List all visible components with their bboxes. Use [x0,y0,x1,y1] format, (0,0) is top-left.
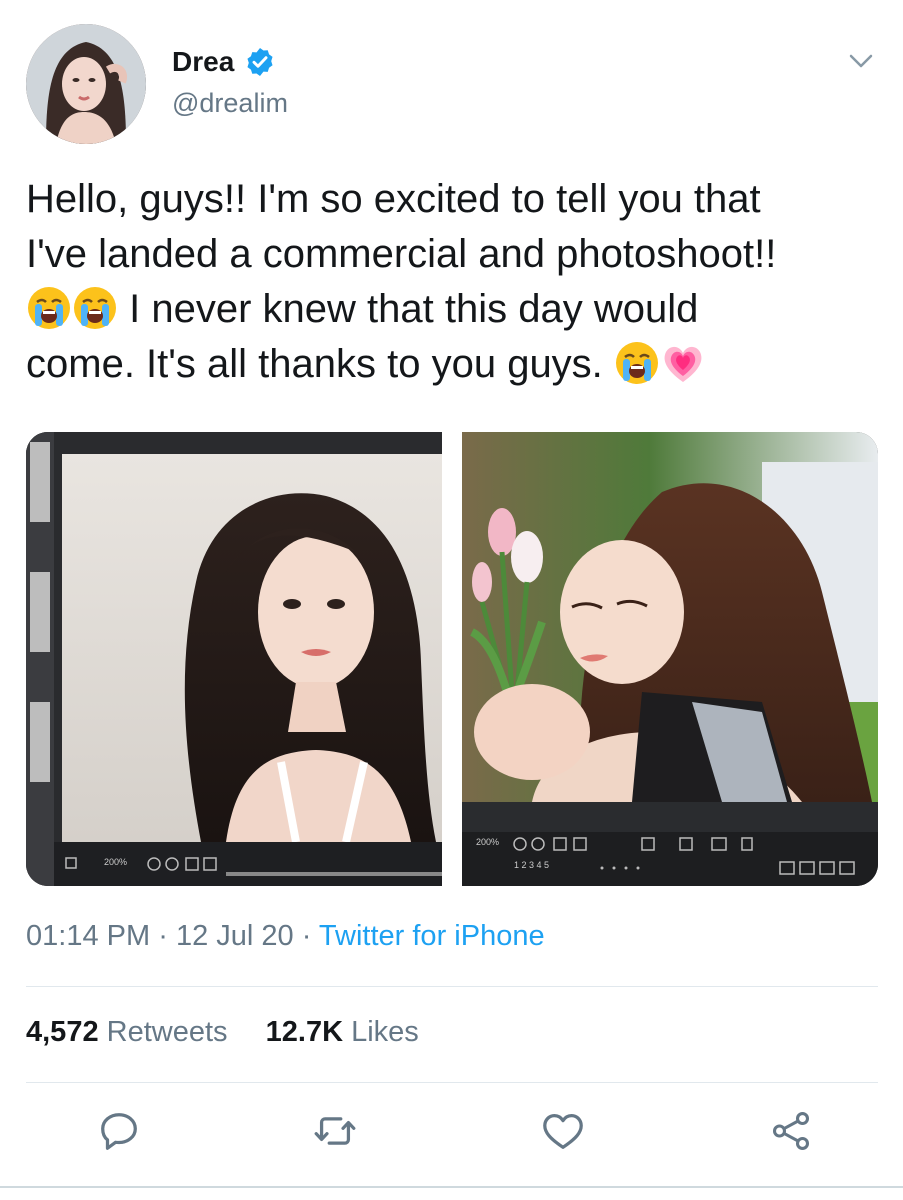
tweet-stats: 4,572 Retweets 12.7K Likes [26,1016,419,1049]
retweet-icon[interactable] [312,1108,358,1154]
photo-2-zoom-label: 200% [476,837,500,847]
user-handle[interactable]: @drealim [172,88,288,119]
retweets-stat[interactable]: 4,572 Retweets [26,1016,236,1048]
likes-stat[interactable]: 12.7K Likes [266,1016,419,1048]
tweet-time[interactable]: 01:14 PM [26,920,150,952]
avatar[interactable] [26,24,146,144]
chevron-down-icon[interactable] [846,46,876,76]
photo-2[interactable]: 200% 1 2 3 4 5 [462,432,878,886]
tweet-header: Drea @drealim [26,24,886,144]
loudly-crying-face-icon [26,285,72,331]
tweet-text: Hello, guys!! I'm so excited to tell you… [26,172,886,392]
likes-count: 12.7K [265,1016,344,1048]
reply-icon[interactable] [96,1108,142,1154]
tweet-source-link[interactable]: Twitter for iPhone [319,920,545,952]
name-row: Drea [172,40,276,84]
avatar-portrait [26,24,146,144]
tweet-line: I never knew that this day would [26,282,886,337]
photo-1-image [26,432,442,886]
retweets-count: 4,572 [26,1016,99,1048]
photo-1[interactable]: 200% [26,432,442,886]
meta-separator: · [301,920,312,952]
tweet-meta: 01:14 PM · 12 Jul 20 · Twitter for iPhon… [26,920,545,953]
tweet-line: Hello, guys!! I'm so excited to tell you… [26,177,761,221]
tweet-media[interactable]: 200% 200% 1 2 3 4 5 [26,432,878,886]
tweet-line-text: come. It's all thanks to you guys. [26,342,603,386]
tweet-line: I've landed a commercial and photoshoot!… [26,232,777,276]
tweet-line-text: I never knew that this day would [129,287,699,331]
likes-label: Likes [351,1016,419,1048]
verified-badge-icon [247,48,273,76]
photo-1-zoom-label: 200% [104,857,128,867]
retweets-label: Retweets [106,1016,228,1048]
divider [26,1082,878,1083]
meta-separator: · [158,920,168,952]
loudly-crying-face-icon [614,340,660,386]
divider [26,986,878,987]
tweet-line: come. It's all thanks to you guys. [26,337,886,392]
like-icon[interactable] [540,1108,586,1154]
photo-2-digits: 1 2 3 4 5 [514,860,550,870]
loudly-crying-face-icon [72,285,118,331]
tweet-actions [26,1108,878,1158]
display-name[interactable]: Drea [172,46,234,78]
growing-heart-icon [660,340,706,386]
photo-2-image [462,432,878,886]
bottom-divider [0,1186,903,1188]
share-icon[interactable] [768,1108,814,1154]
tweet-date[interactable]: 12 Jul 20 [176,920,294,952]
